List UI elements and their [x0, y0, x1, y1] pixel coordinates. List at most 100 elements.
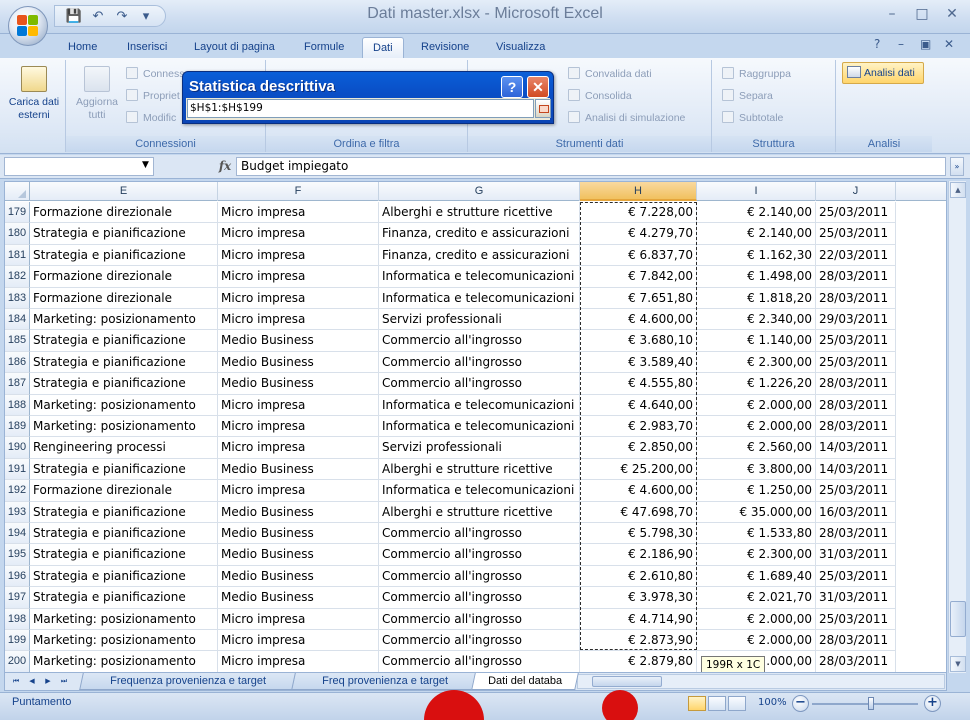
cell-e[interactable]: Rengineering processi	[30, 437, 218, 459]
cell-e[interactable]: Marketing: posizionamento	[30, 608, 218, 630]
subtotal-button[interactable]: Subtotale	[722, 108, 783, 128]
data-validation-button[interactable]: Convalida dati	[568, 64, 652, 84]
cell-h[interactable]: € 7.842,00	[580, 266, 697, 288]
cell-e[interactable]: Strategia e pianificazione	[30, 565, 218, 588]
cell-g[interactable]: Commercio all'ingrosso	[379, 608, 580, 630]
cell-h[interactable]: € 4.600,00	[580, 309, 697, 331]
formula-input[interactable]: Budget impiegato	[236, 157, 946, 176]
cell-h[interactable]: € 4.279,70	[580, 223, 697, 245]
cell-e[interactable]: Strategia e pianificazione	[30, 223, 218, 245]
cell-f[interactable]: Micro impresa	[218, 651, 379, 672]
cell-g[interactable]: Alberghi e strutture ricettive	[379, 202, 580, 224]
row-header[interactable]: 187	[5, 373, 30, 395]
ribbon-minimize-button[interactable]: –	[898, 37, 904, 51]
cell-i[interactable]: € 2.300,00	[697, 351, 816, 374]
cell-g[interactable]: Finanza, credito e assicurazioni	[379, 223, 580, 245]
row-header[interactable]: 199	[5, 630, 30, 652]
cell-i[interactable]: € 1.689,40	[697, 565, 816, 588]
undo-icon[interactable]: ↶	[87, 7, 109, 25]
cell-f[interactable]: Medio Business	[218, 373, 379, 395]
row-header[interactable]: 192	[5, 480, 30, 502]
descriptive-statistics-dialog[interactable]: Statistica descrittiva ? ✕ $H$1:$H$199	[182, 71, 554, 124]
data-analysis-button[interactable]: Analisi dati	[842, 62, 924, 84]
cell-j[interactable]: 29/03/2011	[816, 309, 896, 331]
sheet-tab-freq[interactable]: Freq provenienza e target	[291, 673, 479, 690]
row-header[interactable]: 191	[5, 458, 30, 481]
cell-h[interactable]: € 3.589,40	[580, 351, 697, 374]
sheet-tab-frequenza[interactable]: Frequenza provenienza e target	[79, 673, 297, 690]
cell-j[interactable]: 25/03/2011	[816, 330, 896, 352]
tab-home[interactable]: Home	[58, 37, 107, 58]
first-sheet-icon[interactable]: ⏮	[9, 675, 23, 688]
maximize-button[interactable]: □	[908, 4, 936, 24]
ribbon-restore-button[interactable]: ▣	[920, 37, 931, 51]
cell-e[interactable]: Strategia e pianificazione	[30, 458, 218, 481]
cell-h[interactable]: € 4.600,00	[580, 480, 697, 502]
cell-j[interactable]: 22/03/2011	[816, 244, 896, 267]
cell-i[interactable]: € 2.000,00	[697, 416, 816, 438]
cell-i[interactable]: € 1.498,00	[697, 266, 816, 288]
cell-j[interactable]: 25/03/2011	[816, 202, 896, 224]
cell-h[interactable]: € 4.555,80	[580, 373, 697, 395]
column-header-h[interactable]: H	[580, 182, 697, 201]
cell-h[interactable]: € 3.680,10	[580, 330, 697, 352]
cell-g[interactable]: Commercio all'ingrosso	[379, 587, 580, 609]
row-header[interactable]: 185	[5, 330, 30, 352]
cell-g[interactable]: Commercio all'ingrosso	[379, 351, 580, 374]
cell-j[interactable]: 28/03/2011	[816, 523, 896, 545]
sheet-tab-dati[interactable]: Dati del databa	[471, 673, 579, 690]
name-box[interactable]	[4, 157, 154, 176]
row-header[interactable]: 184	[5, 309, 30, 331]
dialog-close-button[interactable]: ✕	[527, 76, 549, 98]
row-header[interactable]: 183	[5, 287, 30, 309]
cell-f[interactable]: Medio Business	[218, 458, 379, 481]
cell-j[interactable]: 14/03/2011	[816, 458, 896, 481]
cell-f[interactable]: Micro impresa	[218, 480, 379, 502]
expand-dialog-icon[interactable]	[535, 99, 551, 118]
prev-sheet-icon[interactable]: ◀	[25, 675, 39, 688]
cell-g[interactable]: Informatica e telecomunicazioni	[379, 480, 580, 502]
cell-h[interactable]: € 3.978,30	[580, 587, 697, 609]
cell-j[interactable]: 28/03/2011	[816, 630, 896, 652]
tab-inserisci[interactable]: Inserisci	[117, 37, 177, 58]
zoom-slider-thumb[interactable]	[868, 697, 874, 710]
cell-e[interactable]: Marketing: posizionamento	[30, 309, 218, 331]
cell-f[interactable]: Medio Business	[218, 544, 379, 566]
cell-h[interactable]: € 6.837,70	[580, 244, 697, 267]
help-icon[interactable]: ?	[874, 37, 880, 51]
cell-h[interactable]: € 25.200,00	[580, 458, 697, 481]
row-header[interactable]: 180	[5, 223, 30, 245]
cell-g[interactable]: Commercio all'ingrosso	[379, 565, 580, 588]
refresh-all-button[interactable]: Aggiorna tutti	[68, 64, 126, 134]
cell-f[interactable]: Medio Business	[218, 501, 379, 523]
cell-i[interactable]: € 1.162,30	[697, 244, 816, 267]
cell-f[interactable]: Micro impresa	[218, 266, 379, 288]
cell-h[interactable]: € 2.879,80	[580, 651, 697, 672]
cell-h[interactable]: € 7.228,00	[580, 202, 697, 224]
cell-j[interactable]: 25/03/2011	[816, 565, 896, 588]
next-sheet-icon[interactable]: ▶	[41, 675, 55, 688]
dialog-help-button[interactable]: ?	[501, 76, 523, 98]
cell-g[interactable]: Commercio all'ingrosso	[379, 523, 580, 545]
cell-j[interactable]: 28/03/2011	[816, 416, 896, 438]
cell-j[interactable]: 28/03/2011	[816, 394, 896, 416]
cell-e[interactable]: Formazione direzionale	[30, 287, 218, 309]
cell-f[interactable]: Medio Business	[218, 351, 379, 374]
ungroup-button[interactable]: Separa	[722, 86, 773, 106]
cell-e[interactable]: Marketing: posizionamento	[30, 651, 218, 672]
cell-h[interactable]: € 5.798,30	[580, 523, 697, 545]
cell-i[interactable]: € 2.300,00	[697, 544, 816, 566]
cell-f[interactable]: Medio Business	[218, 523, 379, 545]
cell-g[interactable]: Commercio all'ingrosso	[379, 544, 580, 566]
what-if-button[interactable]: Analisi di simulazione	[568, 108, 685, 128]
cell-h[interactable]: € 2.186,90	[580, 544, 697, 566]
row-header[interactable]: 200	[5, 651, 30, 672]
page-layout-view-icon[interactable]	[708, 696, 726, 711]
cell-f[interactable]: Micro impresa	[218, 630, 379, 652]
zoom-out-button[interactable]: −	[792, 695, 809, 712]
tab-dati[interactable]: Dati	[362, 37, 404, 58]
cell-f[interactable]: Micro impresa	[218, 202, 379, 224]
cell-i[interactable]: € 1.250,00	[697, 480, 816, 502]
worksheet-grid[interactable]: E F G H I J 179 Formazione direzionale Mic…	[4, 181, 947, 673]
horizontal-scroll-thumb[interactable]	[592, 676, 662, 687]
